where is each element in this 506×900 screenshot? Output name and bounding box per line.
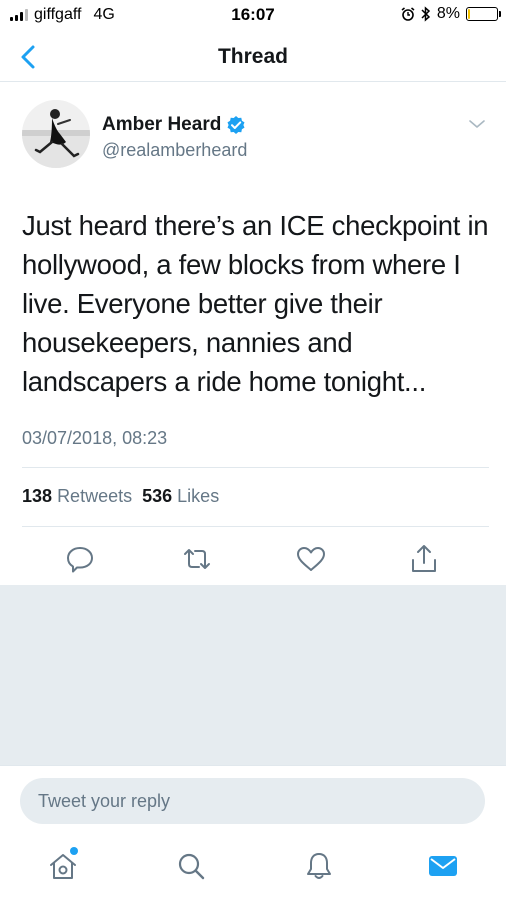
tweet-text: Just heard there’s an ICE checkpoint in … [22,210,489,397]
likes-stat[interactable]: 536 Likes [142,486,219,507]
author-name[interactable]: Amber Heard [102,114,246,136]
tweet-stats: 138 Retweets 536 Likes [22,486,219,507]
tweet-header: Amber Heard @realamberheard [22,100,492,172]
likes-count: 536 [142,486,173,506]
author-handle[interactable]: @realamberheard [102,140,247,161]
like-icon[interactable] [294,542,328,576]
messages-icon[interactable] [426,849,460,883]
reply-icon[interactable] [63,542,97,576]
battery-percent: 8% [436,5,460,22]
notification-dot [70,847,78,855]
tweet-timestamp: 03/07/2018, 08:23 [22,428,168,448]
share-icon[interactable] [407,542,441,576]
chevron-down-icon[interactable] [468,118,486,130]
tweet-actions [0,538,506,582]
divider [22,467,489,468]
thread-empty-area [0,585,506,765]
divider [22,526,489,527]
page-title: Thread [217,45,288,68]
notifications-icon[interactable] [302,849,336,883]
battery-fill [468,9,470,19]
bluetooth-icon [421,6,430,22]
tab-bar [0,835,506,900]
retweet-icon[interactable] [180,542,214,576]
alarm-icon [401,7,415,21]
verified-badge-icon [227,116,245,134]
status-bar: giffgaff 4G 16:07 8% [0,0,506,32]
retweets-label: Retweets [57,486,133,506]
likes-label: Likes [177,486,220,506]
reply-bar: Tweet your reply [0,765,506,835]
tab-home[interactable] [46,847,80,883]
avatar-photo [22,100,90,168]
search-icon[interactable] [174,849,208,883]
reply-input[interactable]: Tweet your reply [20,778,485,824]
battery-icon [466,7,501,21]
retweets-count: 138 [22,486,53,506]
retweets-stat[interactable]: 138 Retweets [22,486,132,507]
avatar[interactable] [22,100,90,168]
status-right: 8% [401,5,501,23]
author-name-text: Amber Heard [102,114,222,135]
nav-bar: Thread [0,32,506,82]
